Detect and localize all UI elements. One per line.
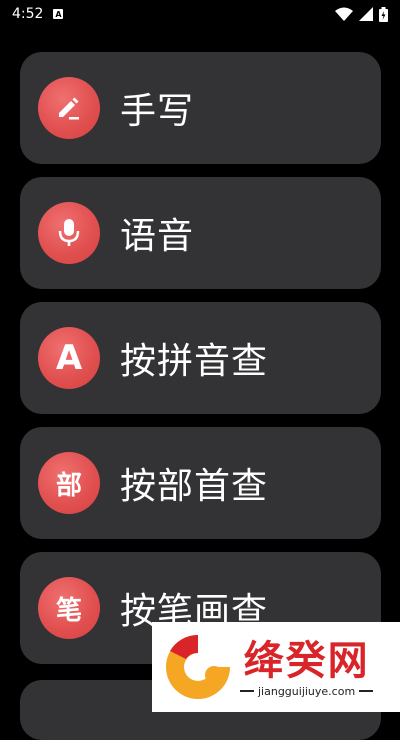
menu-item-label: 按部首查 [120,466,269,507]
menu-item-label: 按拼音查 [120,341,269,382]
menu-item-voice[interactable]: 语音 [20,177,381,289]
wifi-icon [335,7,353,21]
menu-item-label: 语音 [120,216,195,257]
microphone-icon [38,202,100,264]
menu-item-pinyin[interactable]: A 按拼音查 [20,302,381,414]
search-mode-menu: 手写 语音 A 按拼音查 部 按部首查 笔 按笔画查 [20,52,381,664]
letter-a-icon: A [38,327,100,389]
cellular-signal-icon [359,7,373,21]
menu-item-handwriting[interactable]: 手写 [20,52,381,164]
status-bar: 4:52 A [0,0,400,28]
watermark-title: 绛癸网 [243,637,370,684]
stroke-character-icon: 笔 [38,577,100,639]
watermark-logo-icon [166,634,230,699]
watermark: 绛癸网 jiangguijiuye.com [152,622,400,712]
menu-item-label: 手写 [120,91,195,132]
status-time: 4:52 [12,6,44,22]
pencil-icon [38,77,100,139]
notification-badge-icon: A [53,9,64,19]
battery-charging-icon [379,6,388,22]
menu-item-radical[interactable]: 部 按部首查 [20,427,381,539]
radical-character-icon: 部 [38,452,100,514]
watermark-subtitle: jiangguijiuye.com [240,685,374,698]
